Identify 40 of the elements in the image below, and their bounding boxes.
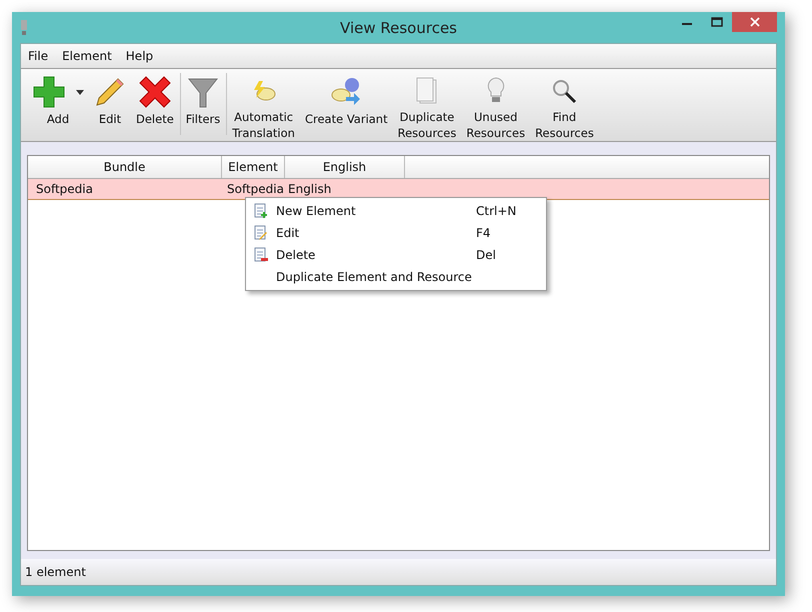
close-icon bbox=[750, 17, 760, 27]
maximize-icon bbox=[711, 17, 723, 27]
menu-item[interactable]: File bbox=[28, 49, 48, 63]
magnifier-icon bbox=[551, 78, 578, 104]
column-header[interactable]: English bbox=[285, 156, 405, 178]
lightbulb-icon bbox=[486, 77, 506, 105]
table-cell-text: Softpedia bbox=[226, 182, 283, 196]
column-header[interactable]: Bundle bbox=[28, 156, 222, 178]
speech-bubbles-icon bbox=[330, 77, 362, 107]
toolbar-button[interactable]: Delete bbox=[131, 73, 181, 135]
caret-icon bbox=[76, 90, 84, 94]
table-cell-text: English bbox=[287, 182, 332, 196]
window-title: View Resources bbox=[340, 18, 457, 36]
toolbar-button[interactable]: Duplicate Resources bbox=[392, 73, 462, 141]
menu-item[interactable]: Element bbox=[62, 49, 112, 63]
table-row[interactable]: Softpedia Softpedia English bbox=[28, 179, 769, 200]
context-menu-item[interactable]: Delete Del bbox=[246, 244, 546, 266]
toolbar-button[interactable]: Edit bbox=[89, 73, 131, 141]
plus-icon bbox=[32, 75, 66, 109]
status-text: 1 element bbox=[25, 565, 86, 579]
menu-item[interactable]: Help bbox=[126, 49, 154, 63]
cross-icon bbox=[138, 75, 172, 109]
app-icon bbox=[20, 20, 28, 36]
pencil-icon bbox=[94, 76, 126, 108]
context-menu-item[interactable]: Edit F4 bbox=[246, 222, 546, 244]
toolbar-button[interactable]: Find Resources bbox=[530, 73, 599, 141]
close-button[interactable] bbox=[732, 12, 777, 32]
context-menu-item[interactable]: New Element Ctrl+N bbox=[246, 200, 546, 222]
toolbar-button[interactable]: Unused Resources bbox=[461, 73, 530, 141]
toolbar-button[interactable]: Automatic Translation bbox=[227, 73, 300, 141]
column-header[interactable]: Element bbox=[222, 156, 285, 178]
toolbar-button[interactable]: Create Variant bbox=[300, 73, 393, 141]
toolbar-button[interactable]: Add bbox=[27, 73, 89, 141]
document-minus-icon bbox=[254, 247, 268, 263]
document-plus-icon bbox=[254, 203, 268, 219]
table-cell-text: Softpedia bbox=[35, 182, 94, 196]
document-icon bbox=[416, 77, 438, 105]
document-pencil-icon bbox=[254, 225, 268, 241]
context-menu-item[interactable]: Duplicate Element and Resource bbox=[246, 266, 546, 288]
toolbar-button[interactable]: Filters bbox=[180, 73, 228, 135]
